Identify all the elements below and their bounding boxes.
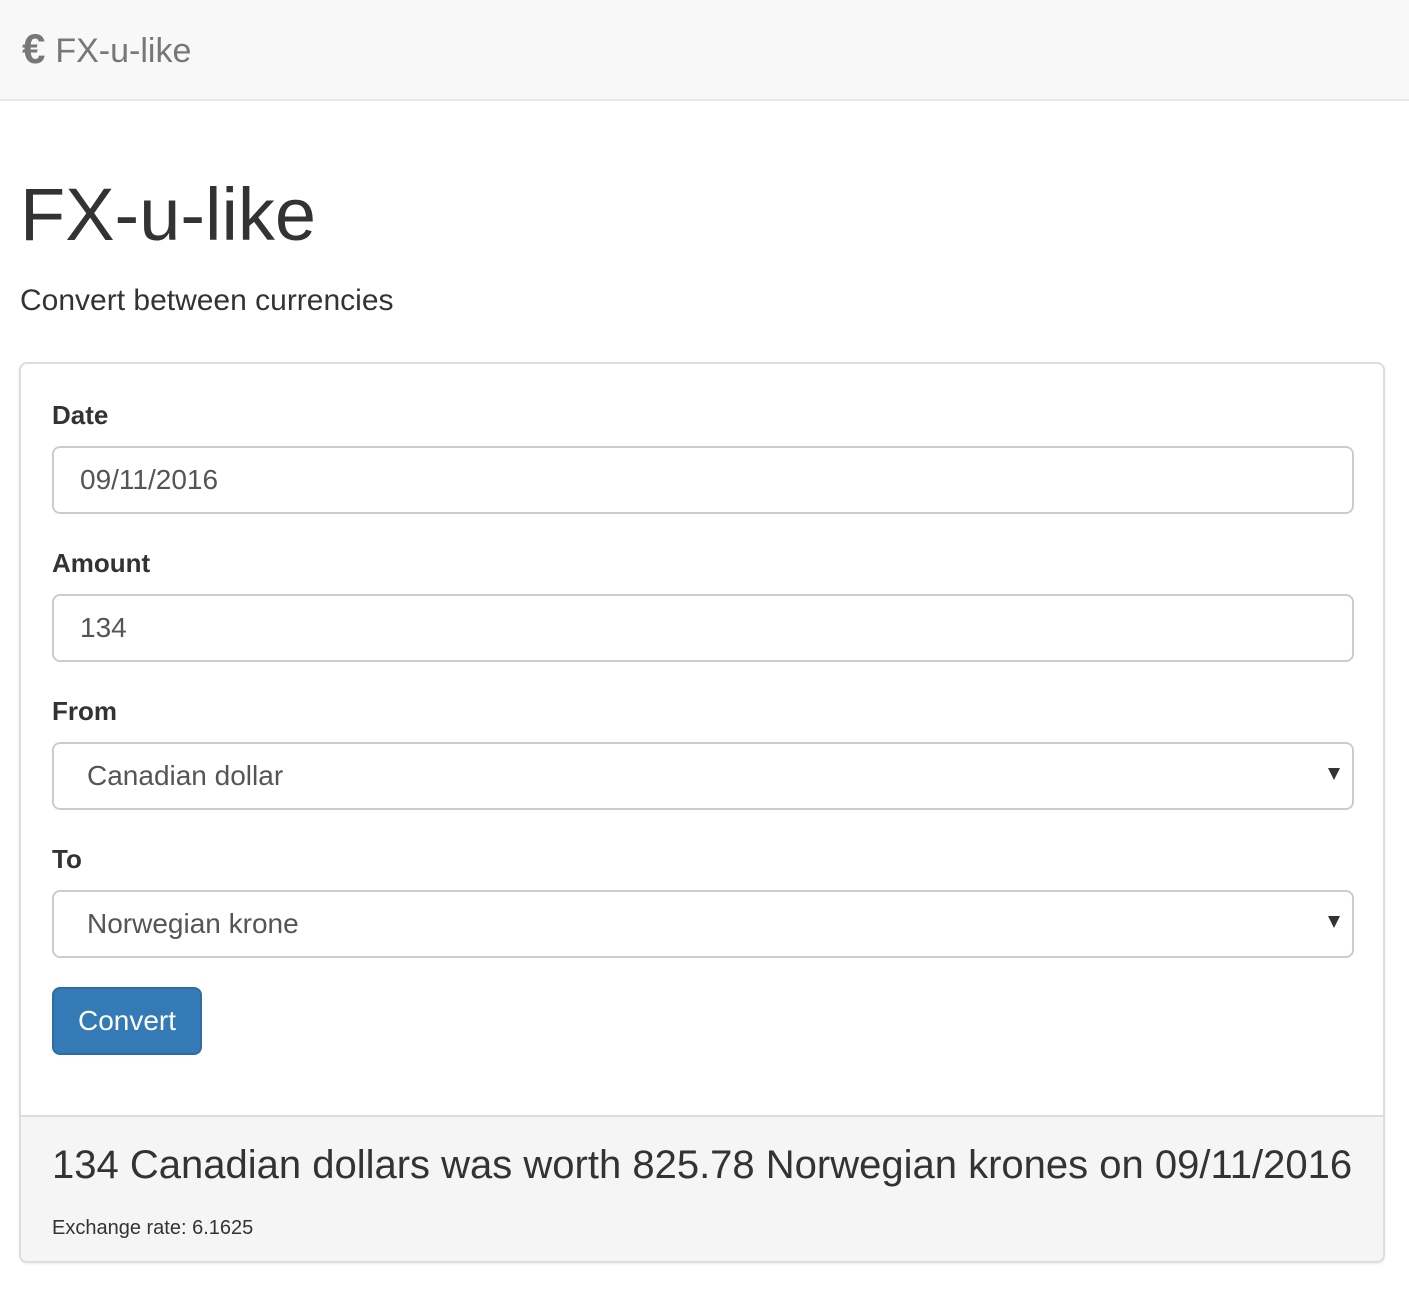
page-title: FX-u-like xyxy=(20,173,317,256)
euro-icon: € xyxy=(22,25,46,72)
result-summary: 134 Canadian dollars was worth 825.78 No… xyxy=(52,1143,1353,1187)
exchange-rate: Exchange rate: 6.1625 xyxy=(52,1217,254,1239)
date-label: Date xyxy=(52,400,109,430)
date-input[interactable]: 09/11/2016 xyxy=(52,446,1354,514)
converter-panel: Date 09/11/2016 Amount 134 From Canadian… xyxy=(19,362,1385,1263)
chevron-down-icon xyxy=(1328,768,1340,780)
chevron-down-icon xyxy=(1328,916,1340,928)
to-select[interactable]: Norwegian krone xyxy=(52,890,1354,958)
from-label: From xyxy=(52,696,117,726)
to-selected-value: Norwegian krone xyxy=(87,908,299,939)
amount-value: 134 xyxy=(80,612,127,643)
amount-label: Amount xyxy=(52,548,151,578)
from-select[interactable]: Canadian dollar xyxy=(52,742,1354,810)
page-subtitle: Convert between currencies xyxy=(20,284,394,317)
brand-text: FX-u-like xyxy=(55,32,192,70)
convert-button[interactable]: Convert xyxy=(52,987,202,1055)
result-panel: 134 Canadian dollars was worth 825.78 No… xyxy=(21,1115,1383,1261)
brand-link[interactable]: € FX-u-like xyxy=(22,26,191,76)
date-value: 09/11/2016 xyxy=(80,464,219,495)
to-label: To xyxy=(52,844,82,874)
navbar: € FX-u-like xyxy=(0,0,1409,101)
amount-input[interactable]: 134 xyxy=(52,594,1354,662)
from-selected-value: Canadian dollar xyxy=(87,760,284,791)
